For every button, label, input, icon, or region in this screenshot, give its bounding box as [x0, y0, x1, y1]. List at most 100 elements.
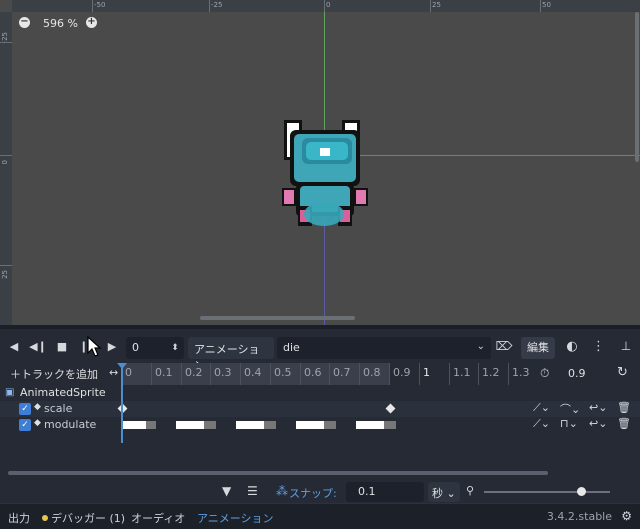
bottom-panel-tabs: 出力 デバッガー (1) オーディオ アニメーション 3.4.2.stable … — [0, 503, 640, 529]
zoom-level[interactable]: 596 % — [43, 17, 78, 30]
x-axis-line — [355, 155, 640, 156]
tab-animation[interactable]: アニメーション — [197, 510, 274, 526]
tab-debugger[interactable]: デバッガー (1) — [51, 510, 125, 526]
ruler-label: 25 — [1, 270, 9, 279]
track-row[interactable]: ✓ ◆ scale ⟋⌄ ⌒⌄ ↩⌄ 🗑 — [0, 401, 640, 417]
timeline-bottom-toolbar: ▼ ☰ ⁂ スナップ: 0.1 秒 ⌄ ⚲ — [0, 481, 640, 503]
horizontal-scrollbar[interactable] — [200, 316, 355, 320]
timeline-header: ＋トラックを追加 ↔ 0 0.1 0.2 0.3 0.4 0.5 0.6 0.7… — [0, 363, 640, 385]
tick-label: 0.5 — [270, 363, 300, 385]
track-group-label: AnimatedSprite — [20, 386, 106, 399]
modulate-keyframe-segment[interactable] — [122, 421, 156, 429]
timeline-ruler[interactable]: 0 0.1 0.2 0.3 0.4 0.5 0.6 0.7 0.8 0.9 1 … — [121, 363, 530, 385]
more-menu-icon[interactable]: ⋮ — [592, 339, 605, 357]
interpolation-mode-icon[interactable]: ⟋⌄ — [533, 401, 550, 415]
tab-output[interactable]: 出力 — [8, 510, 30, 526]
track-group-row[interactable]: ▣ AnimatedSprite — [0, 385, 640, 401]
ruler-label: 50 — [542, 1, 551, 9]
tick-label: 0 — [121, 363, 151, 385]
mouse-cursor-icon — [87, 336, 102, 357]
track-label: scale — [44, 402, 73, 415]
add-track-label: トラックを追加 — [21, 368, 98, 381]
trash-icon[interactable]: 🗑 — [617, 417, 631, 430]
stop-icon[interactable]: ■ — [50, 335, 74, 357]
animated-sprite-preview[interactable] — [276, 116, 376, 232]
loop-wrap-icon[interactable]: ↩⌄ — [589, 401, 607, 414]
vertical-ruler: -25 0 25 — [0, 12, 12, 325]
spin-arrows-icon[interactable]: ⬍ — [168, 337, 182, 359]
property-track-icon: ◆ — [34, 418, 41, 428]
filter-icon[interactable]: ▼ — [222, 484, 231, 498]
track-list: ▣ AnimatedSprite ✓ ◆ scale ⟋⌄ ⌒⌄ ↩⌄ 🗑 ✓ … — [0, 385, 640, 445]
animation-select[interactable]: die ⌄ — [277, 337, 491, 359]
snap-unit-select[interactable]: 秒 ⌄ — [428, 482, 460, 502]
chevron-down-icon: ⌄ — [446, 487, 456, 500]
zoom-in-button[interactable]: + — [86, 17, 97, 28]
play-backwards-from-end-icon[interactable]: ◀❙ — [26, 335, 50, 357]
plus-icon: ＋ — [10, 368, 21, 381]
keyframe[interactable] — [385, 403, 396, 414]
onion-skin-icon[interactable]: ◐ — [564, 339, 580, 357]
tick-label: 1.2 — [478, 363, 508, 385]
track-row[interactable]: ✓ ◆ modulate ⟋⌄ ⊓⌄ ↩⌄ 🗑 — [0, 417, 640, 433]
godot-editor: -50 -25 0 25 50 -25 0 25 − 596 % + ◀ ◀❙ … — [0, 0, 640, 529]
zoom-out-button[interactable]: − — [19, 17, 30, 28]
animation-select-value: die — [283, 341, 300, 354]
animation-length-input[interactable]: 0.9 — [568, 367, 586, 380]
modulate-keyframe-segment[interactable] — [356, 421, 396, 429]
tab-audio[interactable]: オーディオ — [131, 510, 185, 526]
group-tracks-icon[interactable]: ☰ — [247, 484, 258, 498]
node-icon: ▣ — [5, 387, 15, 398]
settings-icon[interactable]: ⚙ — [621, 509, 632, 523]
tick-label: 1.3 — [508, 363, 530, 385]
timeline-scrollbar[interactable] — [8, 471, 548, 475]
timeline-zoom-handle[interactable] — [577, 487, 586, 496]
loop-wrap-icon[interactable]: ↩⌄ — [589, 417, 607, 430]
modulate-keyframe-segment[interactable] — [296, 421, 336, 429]
snap-unit-value: 秒 — [432, 487, 443, 500]
track-label: modulate — [44, 418, 97, 431]
modulate-keyframe-segment[interactable] — [176, 421, 216, 429]
ruler-label: -50 — [94, 1, 106, 9]
add-track-button[interactable]: ＋トラックを追加 — [10, 366, 98, 382]
chevron-down-icon: ⌄ — [476, 341, 485, 352]
timer-icon: ⏱ — [540, 366, 550, 380]
vertical-scrollbar[interactable] — [635, 12, 639, 162]
modulate-keyframe-segment[interactable] — [236, 421, 276, 429]
autoplay-tag-icon[interactable]: ⌦ — [494, 339, 514, 357]
tick-label: 0.9 — [389, 363, 419, 385]
timeline-zoom-slider[interactable] — [484, 491, 610, 493]
debugger-status-dot — [42, 515, 48, 521]
tick-label: 0.6 — [300, 363, 329, 385]
animation-menu-button[interactable]: アニメーション — [188, 337, 274, 372]
pin-icon[interactable]: ⊥ — [618, 339, 634, 357]
track-enable-checkbox[interactable]: ✓ — [19, 403, 31, 415]
play-icon[interactable]: ▶ — [100, 335, 124, 357]
tick-label: 0.7 — [329, 363, 359, 385]
ruler-label: 0 — [1, 160, 9, 165]
zoom-icon: ⚲ — [466, 484, 475, 497]
interpolation-mode-icon[interactable]: ⟋⌄ — [533, 417, 550, 431]
playhead[interactable] — [121, 363, 123, 443]
update-mode-icon[interactable]: ⌒⌄ — [560, 401, 580, 417]
tick-label: 0.8 — [359, 363, 389, 385]
tick-label: 1.1 — [449, 363, 478, 385]
tick-label: 0.3 — [210, 363, 240, 385]
tick-label: 0.2 — [181, 363, 210, 385]
snap-icon[interactable]: ⁂ — [276, 484, 288, 498]
canvas-viewport[interactable]: -50 -25 0 25 50 -25 0 25 − 596 % + — [0, 0, 640, 325]
version-label: 3.4.2.stable — [546, 510, 612, 523]
track-enable-checkbox[interactable]: ✓ — [19, 419, 31, 431]
edit-button[interactable]: 編集 — [521, 337, 555, 359]
horizontal-ruler: -50 -25 0 25 50 — [12, 0, 640, 12]
play-backwards-icon[interactable]: ◀ — [2, 335, 26, 357]
loop-icon[interactable]: ↻ — [617, 365, 628, 380]
snap-step-input[interactable]: 0.1 — [346, 482, 424, 502]
snap-label[interactable]: スナップ: — [289, 485, 337, 501]
fit-timeline-icon[interactable]: ↔ — [109, 366, 118, 379]
tick-label: 0.1 — [151, 363, 181, 385]
ruler-label: -25 — [211, 1, 223, 9]
update-mode-icon[interactable]: ⊓⌄ — [560, 417, 578, 430]
tick-label: 1 — [419, 363, 449, 385]
trash-icon[interactable]: 🗑 — [617, 401, 631, 414]
